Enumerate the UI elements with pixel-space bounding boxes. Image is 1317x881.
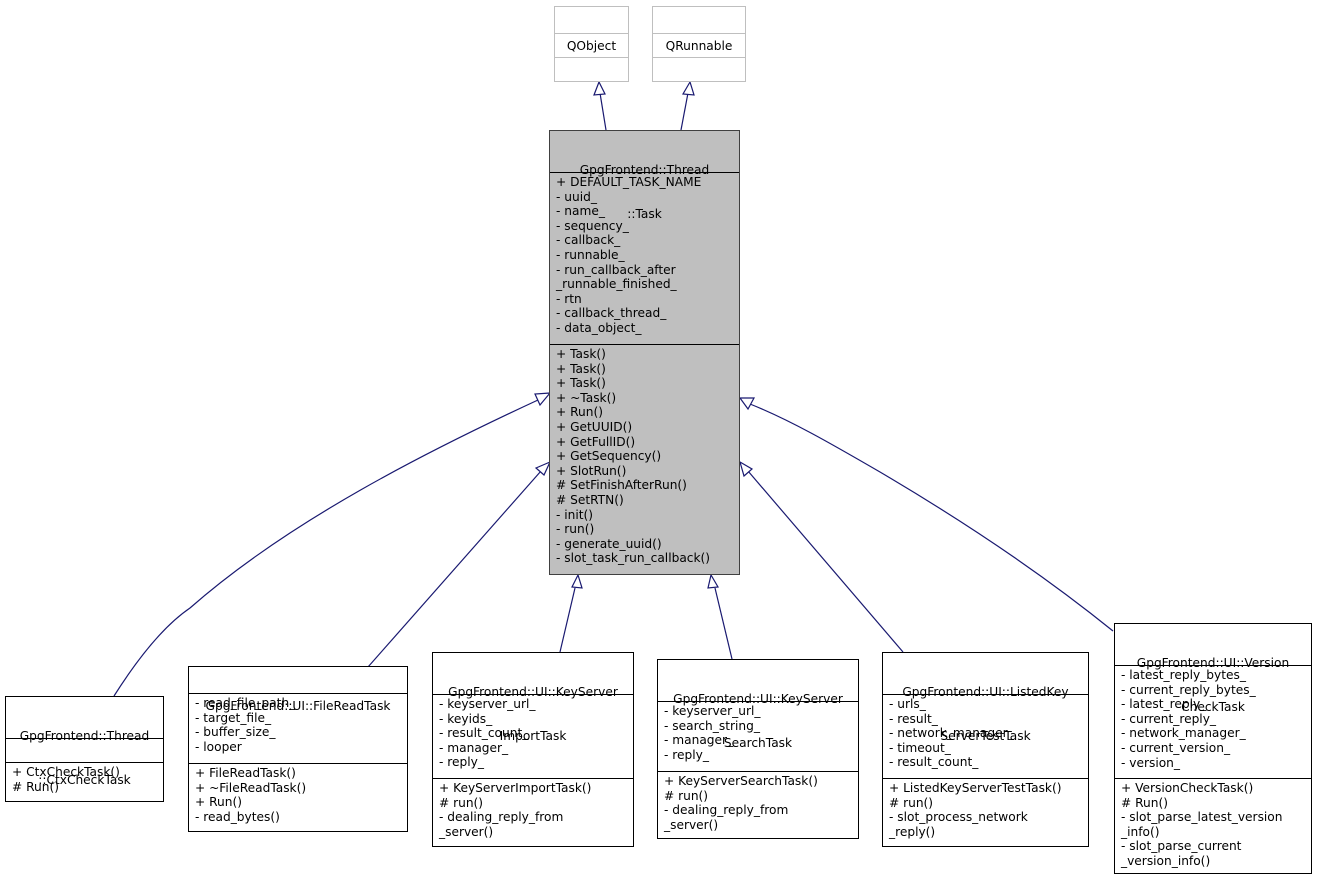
class-method: + ListedKeyServerTestTask() bbox=[889, 781, 1062, 795]
class-method: - dealing_reply_from bbox=[439, 810, 564, 825]
class-filereadtask[interactable]: GpgFrontend::UI::FileReadTask - read_fil… bbox=[188, 666, 408, 832]
class-method: - generate_uuid() bbox=[556, 536, 662, 551]
edge-versioncheck-task bbox=[749, 403, 1114, 632]
inherit-arrowhead-icon bbox=[738, 397, 756, 411]
class-attribute: - current_reply_bytes_ bbox=[1121, 682, 1256, 697]
class-method: + SlotRun() bbox=[556, 463, 627, 478]
inherit-arrowhead-icon bbox=[707, 573, 719, 589]
class-method: + GetSequency() bbox=[556, 449, 662, 464]
class-method: - dealing_reply_from bbox=[664, 803, 789, 818]
edge-fileread-task bbox=[367, 470, 542, 668]
class-title: QObject bbox=[566, 39, 617, 54]
class-method: - slot_task_run_callback() bbox=[556, 551, 711, 566]
class-attribute: - current_reply_ bbox=[1121, 711, 1216, 726]
class-method: + Task() bbox=[556, 376, 606, 391]
class-method: # run() bbox=[889, 795, 934, 810]
class-qrunnable[interactable]: QRunnable bbox=[652, 6, 746, 82]
class-attribute: - network_manager_ bbox=[1121, 726, 1246, 741]
class-attribute: - network_manager_ bbox=[889, 726, 1014, 741]
class-method: _version_info() bbox=[1121, 853, 1211, 868]
class-method: + Task() bbox=[556, 361, 606, 376]
class-method: + Task() bbox=[556, 347, 606, 361]
class-attribute: - callback_thread_ bbox=[556, 306, 667, 321]
class-method: _info() bbox=[1121, 824, 1160, 839]
class-qobject[interactable]: QObject bbox=[554, 6, 629, 82]
class-methods: + KeyServerImportTask() # run() - dealing_… bbox=[433, 778, 633, 842]
class-method: # run() bbox=[439, 795, 484, 810]
class-method: - init() bbox=[556, 507, 594, 522]
class-ctxchecktask[interactable]: GpgFrontend::Thread ::CtxCheckTask + Ctx… bbox=[5, 696, 164, 802]
class-method: + GetUUID() bbox=[556, 419, 633, 434]
class-method: - slot_process_network bbox=[889, 810, 1028, 825]
class-attribute: - search_string_ bbox=[664, 718, 760, 733]
class-keyserversearchtask[interactable]: GpgFrontend::UI::KeyServer SearchTask - … bbox=[657, 659, 859, 839]
class-method: # Run() bbox=[1121, 795, 1168, 810]
class-methods: + FileReadTask() + ~FileReadTask() + Run()… bbox=[189, 763, 407, 827]
class-method: - slot_parse_current bbox=[1121, 839, 1242, 854]
class-methods: + ListedKeyServerTestTask() # run() - slot… bbox=[883, 778, 1088, 842]
class-title: GpgFrontend::UI::FileReadTask bbox=[205, 699, 391, 714]
class-method: + CtxCheckTask() bbox=[12, 765, 120, 779]
class-method: _reply() bbox=[889, 824, 936, 839]
inherit-arrowhead-icon bbox=[534, 392, 552, 407]
class-keyserverimporttask[interactable]: GpgFrontend::UI::KeyServer ImportTask - … bbox=[432, 652, 634, 847]
class-methods: + VersionCheckTask() # Run() - slot_parse_… bbox=[1115, 778, 1311, 872]
inherit-arrowhead-icon bbox=[571, 573, 583, 589]
class-attribute: _runnable_finished_ bbox=[556, 277, 677, 292]
inherit-arrowhead-icon bbox=[534, 460, 552, 476]
class-listedkeyservertesttask[interactable]: GpgFrontend::UI::ListedKey ServerTestTas… bbox=[882, 652, 1089, 847]
inherit-arrowhead-icon bbox=[682, 80, 695, 96]
class-method: # SetRTN() bbox=[556, 492, 624, 507]
class-method: - slot_parse_latest_version bbox=[1121, 810, 1283, 825]
class-methods: + KeyServerSearchTask() # run() - dealing_… bbox=[658, 771, 858, 835]
class-title: GpgFrontend::UI::ListedKey ServerTestTas… bbox=[902, 685, 1069, 743]
class-method: + KeyServerSearchTask() bbox=[664, 774, 818, 788]
class-method: # SetFinishAfterRun() bbox=[556, 478, 687, 493]
class-method: + ~Task() bbox=[556, 390, 617, 405]
edge-task-qobject bbox=[599, 92, 607, 131]
class-method: + VersionCheckTask() bbox=[1121, 781, 1254, 795]
class-attributes: - latest_reply_bytes_ - current_reply_byt… bbox=[1115, 665, 1311, 778]
class-title: GpgFrontend::Thread ::CtxCheckTask bbox=[19, 729, 150, 787]
class-method: + Run() bbox=[195, 795, 242, 810]
class-title: GpgFrontend::UI::Version CheckTask bbox=[1136, 656, 1290, 714]
class-title: GpgFrontend::Thread ::Task bbox=[579, 163, 710, 221]
class-method: - read_bytes() bbox=[195, 809, 280, 824]
inherit-arrowhead-icon bbox=[593, 80, 606, 96]
class-attribute: - data_object_ bbox=[556, 320, 642, 335]
edge-kssearch-task bbox=[714, 587, 733, 660]
class-attribute: - current_version_ bbox=[1121, 740, 1231, 755]
class-title: GpgFrontend::UI::KeyServer ImportTask bbox=[448, 685, 618, 743]
edge-ksimport-task bbox=[559, 587, 576, 653]
edge-task-qrunnable bbox=[680, 92, 689, 131]
class-method: + ~FileReadTask() bbox=[195, 780, 307, 795]
class-task[interactable]: GpgFrontend::Thread ::Task + DEFAULT_TAS… bbox=[549, 130, 740, 575]
class-method: + FileReadTask() bbox=[195, 766, 296, 780]
class-method: - run() bbox=[556, 522, 595, 537]
class-method: + GetFullID() bbox=[556, 434, 636, 449]
class-method: + KeyServerImportTask() bbox=[439, 781, 592, 795]
edge-listedks-task bbox=[747, 470, 904, 653]
class-attribute: - version_ bbox=[1121, 755, 1181, 770]
class-method: _server() bbox=[664, 817, 719, 832]
class-title: GpgFrontend::UI::KeyServer SearchTask bbox=[673, 692, 843, 750]
class-attribute: - rtn bbox=[556, 291, 582, 306]
class-attribute: - run_callback_after bbox=[556, 262, 676, 277]
class-versionchecktask[interactable]: GpgFrontend::UI::Version CheckTask - lat… bbox=[1114, 623, 1312, 874]
class-method: + Run() bbox=[556, 405, 603, 420]
class-method: _server() bbox=[439, 824, 494, 839]
class-title: QRunnable bbox=[665, 39, 733, 54]
class-method: # run() bbox=[664, 788, 709, 803]
class-methods: + Task() + Task() + Task() + ~Task() + Run()… bbox=[550, 344, 739, 569]
